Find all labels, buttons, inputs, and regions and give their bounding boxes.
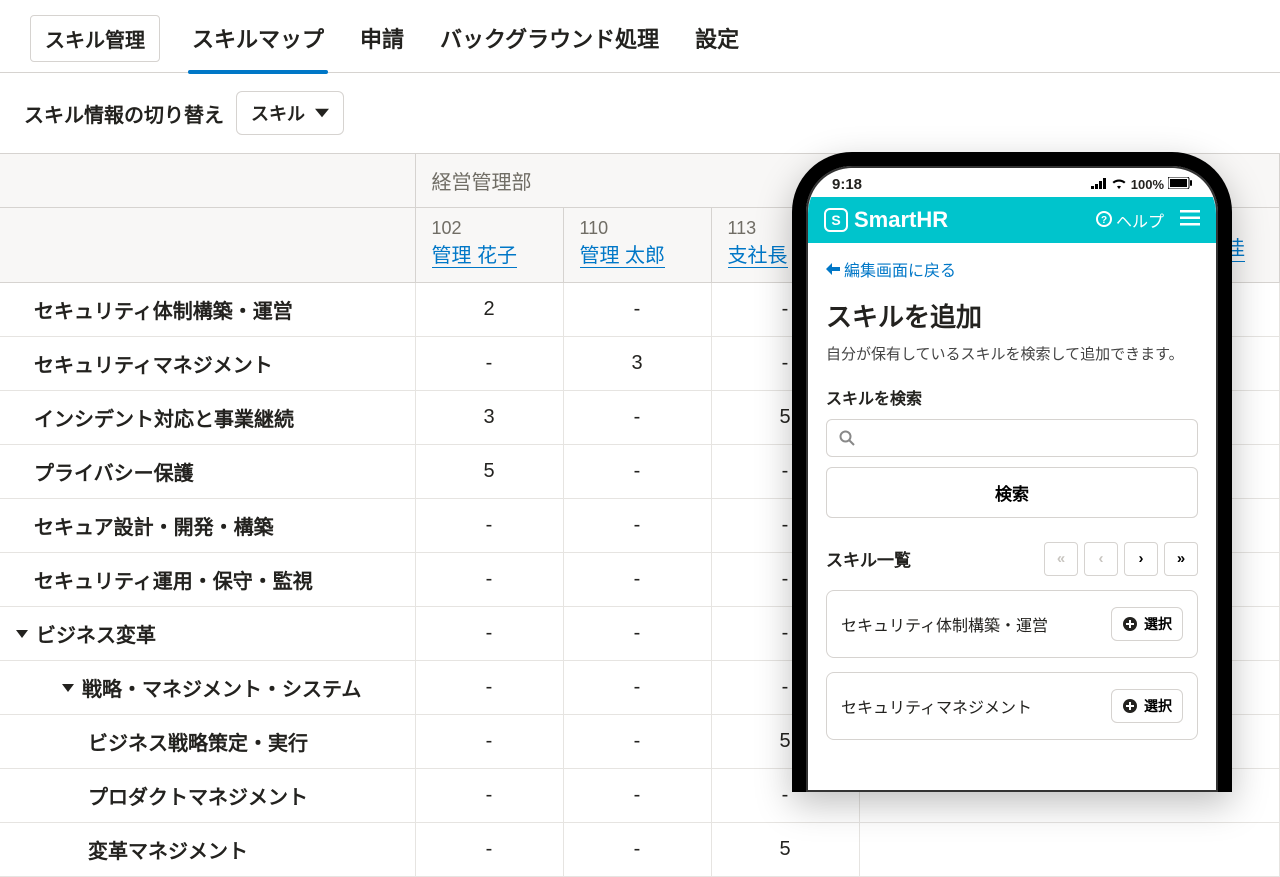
row-label: セキュリティマネジメント: [34, 349, 273, 378]
pager: « ‹ › »: [1044, 542, 1198, 576]
row-label: セキュリティ体制構築・運営: [34, 295, 293, 324]
row-label: 変革マネジメント: [88, 835, 248, 864]
arrow-left-icon: [826, 263, 840, 275]
pager-next[interactable]: ›: [1124, 542, 1158, 576]
row-label: ビジネス戦略策定・実行: [88, 727, 308, 756]
help-label: ヘルプ: [1116, 214, 1164, 231]
expand-caret-icon[interactable]: [62, 684, 74, 692]
back-link[interactable]: 編集画面に戻る: [826, 257, 956, 281]
tab-application[interactable]: 申請: [356, 14, 408, 72]
skill-value: -: [563, 769, 711, 823]
row-label: プライバシー保護: [34, 457, 194, 486]
chevron-down-icon: [315, 106, 329, 120]
svg-text:?: ?: [1100, 215, 1106, 226]
tab-settings[interactable]: 設定: [691, 14, 743, 72]
skill-value: -: [563, 661, 711, 715]
signal-icon: [1091, 177, 1107, 192]
page-title: スキルを追加: [826, 297, 1198, 334]
battery-percent: 100%: [1131, 177, 1164, 192]
employee-header: 102 管理 花子: [415, 208, 563, 283]
status-bar: 9:18 100%: [808, 168, 1216, 197]
skill-value: -: [415, 337, 563, 391]
brand-logo-icon: S: [824, 208, 848, 232]
select-label: 選択: [1144, 614, 1172, 634]
skill-item: セキュリティ体制構築・運営 選択: [826, 590, 1198, 658]
phone-mockup: 9:18 100% S SmartHR ?: [792, 152, 1232, 792]
plus-circle-icon: [1122, 616, 1138, 632]
skill-list-title: スキル一覧: [826, 546, 911, 571]
skill-value: -: [563, 607, 711, 661]
skill-value: -: [415, 769, 563, 823]
status-time: 9:18: [832, 176, 862, 193]
pager-first[interactable]: «: [1044, 542, 1078, 576]
skill-value: -: [563, 499, 711, 553]
plus-circle-icon: [1122, 698, 1138, 714]
employee-link[interactable]: 管理 花子: [432, 245, 518, 268]
skill-value: -: [415, 607, 563, 661]
search-label: スキルを検索: [826, 385, 1198, 409]
skill-value: 3: [563, 337, 711, 391]
top-tabs: スキル管理 スキルマップ 申請 バックグラウンド処理 設定: [0, 0, 1280, 73]
skill-item-name: セキュリティマネジメント: [841, 694, 1032, 718]
search-button[interactable]: 検索: [826, 467, 1198, 518]
select-skill-button[interactable]: 選択: [1111, 689, 1183, 723]
select-skill-button[interactable]: 選択: [1111, 607, 1183, 641]
row-label: ビジネス変革: [36, 619, 156, 648]
row-label: セキュア設計・開発・構築: [34, 511, 274, 540]
filter-label: スキル情報の切り替え: [24, 99, 224, 128]
skill-value: -: [415, 823, 563, 877]
employee-header: 110 管理 太郎: [563, 208, 711, 283]
app-bar: S SmartHR ? ヘルプ: [808, 197, 1216, 243]
pager-prev[interactable]: ‹: [1084, 542, 1118, 576]
employee-id: 110: [580, 218, 695, 239]
tab-skill-management[interactable]: スキル管理: [30, 15, 160, 62]
skill-item: セキュリティマネジメント 選択: [826, 672, 1198, 740]
row-label: プロダクトマネジメント: [88, 781, 308, 810]
skill-value: -: [415, 553, 563, 607]
skill-value: -: [563, 715, 711, 769]
select-value: スキル: [251, 100, 305, 126]
battery-icon: [1168, 177, 1192, 192]
employee-link[interactable]: 管理 太郎: [580, 245, 666, 268]
skill-value: 2: [415, 283, 563, 337]
employee-id: 102: [432, 218, 547, 239]
skill-value: -: [415, 715, 563, 769]
skill-value: -: [563, 445, 711, 499]
question-circle-icon: ?: [1096, 211, 1112, 227]
table-row: 変革マネジメント--5: [0, 823, 1280, 877]
row-label: セキュリティ運用・保守・監視: [34, 565, 313, 594]
skill-value: -: [415, 499, 563, 553]
search-icon: [839, 430, 855, 446]
help-link[interactable]: ? ヘルプ: [1096, 208, 1164, 232]
search-input[interactable]: [826, 419, 1198, 457]
skill-value: 3: [415, 391, 563, 445]
page-description: 自分が保有しているスキルを検索して追加できます。: [826, 344, 1198, 367]
skill-value: -: [563, 391, 711, 445]
row-label: 戦略・マネジメント・システム: [82, 673, 361, 702]
menu-icon[interactable]: [1180, 210, 1200, 231]
employee-link[interactable]: 支社長: [728, 245, 788, 268]
pager-last[interactable]: »: [1164, 542, 1198, 576]
skill-value: -: [563, 553, 711, 607]
brand: S SmartHR: [824, 207, 948, 233]
skill-value: 5: [711, 823, 859, 877]
wifi-icon: [1111, 177, 1127, 192]
skill-value: -: [415, 661, 563, 715]
expand-caret-icon[interactable]: [16, 630, 28, 638]
skill-value: -: [563, 823, 711, 877]
skill-info-select[interactable]: スキル: [236, 91, 344, 135]
skill-value: 5: [415, 445, 563, 499]
skill-value: -: [563, 283, 711, 337]
filter-row: スキル情報の切り替え スキル: [0, 73, 1280, 153]
tab-background-processing[interactable]: バックグラウンド処理: [436, 14, 663, 72]
skill-item-name: セキュリティ体制構築・運営: [841, 612, 1048, 636]
back-link-label: 編集画面に戻る: [844, 257, 956, 281]
row-label: インシデント対応と事業継続: [34, 403, 294, 432]
select-label: 選択: [1144, 696, 1172, 716]
brand-name: SmartHR: [854, 207, 948, 233]
tab-skill-map[interactable]: スキルマップ: [188, 14, 328, 72]
